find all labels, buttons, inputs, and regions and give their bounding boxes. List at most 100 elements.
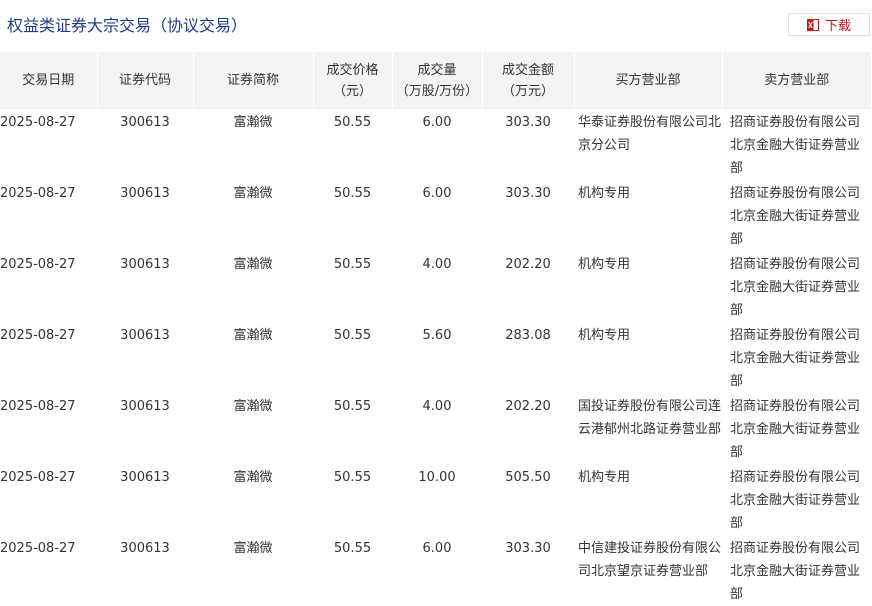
- cell-volume: 4.00: [392, 393, 482, 464]
- cell-code: 300613: [97, 180, 193, 251]
- cell-price-text: 50.55: [333, 257, 372, 272]
- cell-buyer-text: 机构专用: [578, 186, 631, 201]
- cell-name-text: 富瀚微: [233, 257, 273, 272]
- cell-name-text: 富瀚微: [233, 541, 273, 556]
- cell-buyer: 机构专用: [574, 251, 722, 322]
- cell-buyer: 华泰证券股份有限公司北京分公司: [574, 109, 722, 180]
- cell-price-text: 50.55: [333, 399, 372, 414]
- cell-name-text: 富瀚微: [233, 186, 273, 201]
- cell-amount: 202.20: [482, 393, 574, 464]
- cell-buyer-text: 机构专用: [578, 328, 631, 343]
- cell-seller: 招商证券股份有限公司北京金融大街证券营业部: [722, 322, 871, 393]
- cell-volume: 4.00: [392, 251, 482, 322]
- cell-buyer-text: 中信建投证券股份有限公司北京望京证券营业部: [578, 541, 722, 579]
- cell-price: 50.55: [313, 251, 392, 322]
- cell-buyer-text: 机构专用: [578, 470, 631, 485]
- cell-date: 2025-08-27: [0, 393, 97, 464]
- cell-code-text: 300613: [120, 470, 170, 485]
- cell-price: 50.55: [313, 393, 392, 464]
- cell-seller: 招商证券股份有限公司北京金融大街证券营业部: [722, 180, 871, 251]
- cell-buyer: 机构专用: [574, 322, 722, 393]
- cell-date: 2025-08-27: [0, 535, 97, 606]
- cell-amount-text: 202.20: [505, 399, 551, 414]
- cell-volume: 10.00: [392, 464, 482, 535]
- cell-name: 富瀚微: [193, 251, 313, 322]
- cell-code: 300613: [97, 109, 193, 180]
- cell-price-text: 50.55: [333, 186, 372, 201]
- cell-amount: 303.30: [482, 535, 574, 606]
- cell-code: 300613: [97, 535, 193, 606]
- cell-amount: 505.50: [482, 464, 574, 535]
- col-header-code[interactable]: 证券代码: [96, 52, 193, 109]
- cell-amount-text: 505.50: [505, 470, 551, 485]
- cell-code-text: 300613: [120, 186, 170, 201]
- cell-date-text: 2025-08-27: [0, 257, 76, 272]
- cell-name-text: 富瀚微: [233, 470, 273, 485]
- cell-date-text: 2025-08-27: [0, 186, 76, 201]
- cell-name-text: 富瀚微: [233, 399, 273, 414]
- table-row: 2025-08-27 300613 富瀚微 50.55 5.60 283.08 机构专用 招商…: [0, 322, 871, 393]
- table-row: 2025-08-27 300613 富瀚微 50.55 6.00 303.30 华泰证券股份…: [0, 109, 871, 180]
- cell-code-text: 300613: [120, 115, 170, 130]
- cell-date: 2025-08-27: [0, 109, 97, 180]
- cell-seller-text: 招商证券股份有限公司北京金融大街证券营业部: [730, 257, 861, 318]
- cell-amount-text: 202.20: [505, 257, 551, 272]
- cell-buyer-text: 机构专用: [578, 257, 631, 272]
- cell-date: 2025-08-27: [0, 322, 97, 393]
- cell-name: 富瀚微: [193, 393, 313, 464]
- col-header-name[interactable]: 证券简称: [192, 52, 313, 109]
- cell-volume-text: 6.00: [422, 186, 452, 201]
- cell-date-text: 2025-08-27: [0, 328, 76, 343]
- table-row: 2025-08-27 300613 富瀚微 50.55 6.00 303.30 中信建投证券…: [0, 535, 871, 606]
- cell-amount-text: 303.30: [505, 541, 551, 556]
- cell-name-text: 富瀚微: [233, 328, 273, 343]
- table-row: 2025-08-27 300613 富瀚微 50.55 6.00 303.30 机构专用 招商…: [0, 180, 871, 251]
- download-button[interactable]: 下载: [788, 13, 870, 36]
- cell-volume: 6.00: [392, 535, 482, 606]
- cell-code-text: 300613: [120, 328, 170, 343]
- cell-volume-text: 4.00: [422, 399, 452, 414]
- col-header-seller[interactable]: 卖方营业部: [721, 52, 871, 109]
- cell-volume-text: 4.00: [422, 257, 452, 272]
- cell-price-text: 50.55: [333, 541, 372, 556]
- cell-buyer-text: 国投证券股份有限公司连云港郁州北路证券营业部: [578, 399, 722, 437]
- cell-seller: 招商证券股份有限公司北京金融大街证券营业部: [722, 464, 871, 535]
- cell-price: 50.55: [313, 109, 392, 180]
- cell-price-text: 50.55: [333, 470, 372, 485]
- block-trade-table: 交易日期 证券代码 证券简称 成交价格 （元） 成交量 （万股/万份） 成交金额 （万…: [0, 52, 871, 606]
- cell-name: 富瀚微: [193, 109, 313, 180]
- cell-amount-text: 283.08: [505, 328, 551, 343]
- cell-volume: 5.60: [392, 322, 482, 393]
- cell-seller: 招商证券股份有限公司北京金融大街证券营业部: [722, 109, 871, 180]
- cell-date-text: 2025-08-27: [0, 541, 76, 556]
- cell-buyer: 中信建投证券股份有限公司北京望京证券营业部: [574, 535, 722, 606]
- cell-name: 富瀚微: [193, 180, 313, 251]
- cell-seller: 招商证券股份有限公司北京金融大街证券营业部: [722, 535, 871, 606]
- cell-price-text: 50.55: [333, 328, 372, 343]
- cell-volume-text: 10.00: [418, 470, 456, 485]
- table-row: 2025-08-27 300613 富瀚微 50.55 4.00 202.20 机构专用 招商…: [0, 251, 871, 322]
- cell-seller-text: 招商证券股份有限公司北京金融大街证券营业部: [730, 328, 861, 389]
- cell-seller-text: 招商证券股份有限公司北京金融大街证券营业部: [730, 399, 861, 460]
- cell-seller-text: 招商证券股份有限公司北京金融大街证券营业部: [730, 115, 861, 176]
- table-row: 2025-08-27 300613 富瀚微 50.55 10.00 505.50 机构专用 招…: [0, 464, 871, 535]
- table-header-row: 交易日期 证券代码 证券简称 成交价格 （元） 成交量 （万股/万份） 成交金额 （万…: [0, 52, 871, 109]
- col-header-buyer[interactable]: 买方营业部: [573, 52, 722, 109]
- col-header-amount[interactable]: 成交金额 （万元）: [481, 52, 574, 109]
- cell-seller: 招商证券股份有限公司北京金融大街证券营业部: [722, 251, 871, 322]
- cell-buyer-text: 华泰证券股份有限公司北京分公司: [578, 115, 722, 153]
- cell-date: 2025-08-27: [0, 464, 97, 535]
- col-header-price[interactable]: 成交价格 （元）: [312, 52, 392, 109]
- cell-code-text: 300613: [120, 399, 170, 414]
- cell-volume-text: 6.00: [422, 115, 452, 130]
- cell-buyer: 机构专用: [574, 180, 722, 251]
- cell-volume: 6.00: [392, 180, 482, 251]
- cell-code: 300613: [97, 251, 193, 322]
- cell-amount: 202.20: [482, 251, 574, 322]
- cell-date-text: 2025-08-27: [0, 115, 76, 130]
- cell-seller-text: 招商证券股份有限公司北京金融大街证券营业部: [730, 470, 861, 531]
- col-header-volume[interactable]: 成交量 （万股/万份）: [391, 52, 482, 109]
- col-header-date[interactable]: 交易日期: [0, 52, 97, 109]
- excel-icon: [806, 18, 819, 31]
- cell-price: 50.55: [313, 464, 392, 535]
